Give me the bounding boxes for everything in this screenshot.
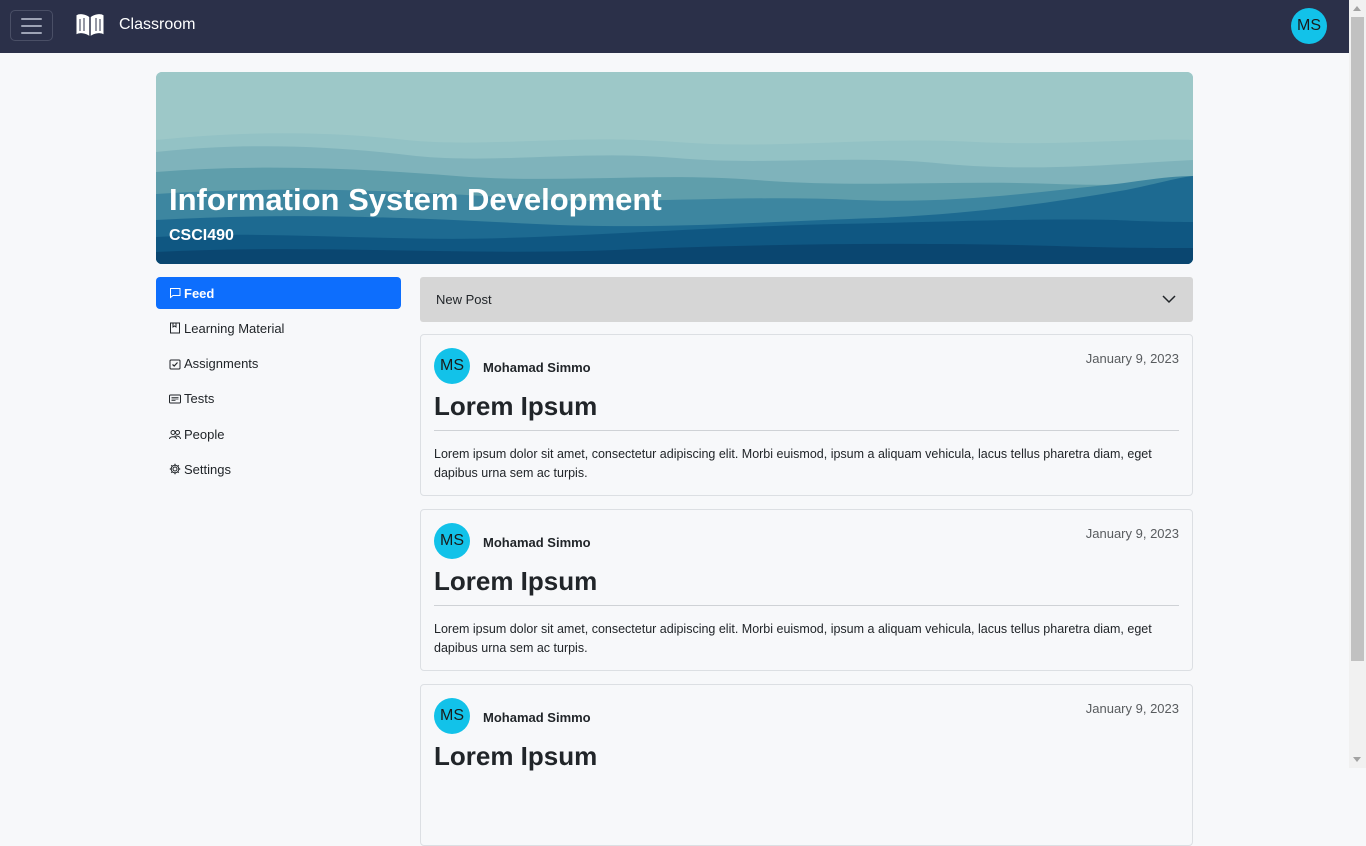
mountain-landscape-illustration: [156, 72, 1193, 264]
gear-icon: [169, 464, 181, 475]
sidebar-item-people[interactable]: People: [156, 418, 401, 450]
sidebar-item-feed[interactable]: Feed: [156, 277, 401, 309]
post-date: January 9, 2023: [1085, 701, 1179, 716]
post-author: Mohamad Simmo: [483, 360, 591, 375]
brand-title[interactable]: Classroom: [119, 16, 195, 34]
sidebar-item-label: Feed: [184, 285, 215, 301]
post-author: Mohamad Simmo: [483, 710, 591, 725]
sidebar-item-tests[interactable]: Tests: [156, 383, 401, 415]
post-title: Lorem Ipsum: [434, 391, 598, 421]
feed-post: MS Mohamad Simmo January 9, 2023 Lorem I…: [420, 684, 1193, 846]
open-book-logo-icon: [75, 13, 105, 40]
author-avatar: MS: [434, 523, 470, 559]
author-avatar: MS: [434, 348, 470, 384]
user-avatar[interactable]: MS: [1291, 8, 1327, 44]
post-author: Mohamad Simmo: [483, 535, 591, 550]
scrollbar-thumb[interactable]: [1351, 17, 1364, 661]
post-divider: [434, 605, 1179, 606]
post-divider: [434, 430, 1179, 431]
post-title: Lorem Ipsum: [434, 741, 598, 771]
feed-post: MS Mohamad Simmo January 9, 2023 Lorem I…: [420, 334, 1193, 496]
sidebar-item-label: Tests: [184, 391, 215, 407]
chat-square-icon: [170, 288, 181, 299]
new-post-label: New Post: [436, 292, 492, 307]
feed-post: MS Mohamad Simmo January 9, 2023 Lorem I…: [420, 509, 1193, 671]
sidebar-item-label: Learning Material: [184, 320, 285, 336]
author-avatar: MS: [434, 698, 470, 734]
sidebar-item-label: People: [184, 426, 225, 442]
new-post-accordion[interactable]: New Post: [420, 277, 1193, 322]
hamburger-menu-button[interactable]: [10, 10, 53, 41]
post-date: January 9, 2023: [1085, 351, 1179, 366]
course-code: CSCI490: [169, 227, 234, 244]
card-text-icon: [169, 394, 181, 404]
course-title: Information System Development: [169, 182, 662, 217]
sidebar-item-settings[interactable]: Settings: [156, 453, 401, 485]
course-sidebar: Feed Learning Material Assignments Tests…: [156, 277, 401, 489]
sidebar-item-label: Settings: [184, 461, 231, 477]
post-title: Lorem Ipsum: [434, 566, 598, 596]
chevron-down-icon: [1162, 295, 1176, 304]
post-date: January 9, 2023: [1085, 526, 1179, 541]
scroll-up-arrow-icon[interactable]: [1353, 6, 1361, 11]
sidebar-item-assignments[interactable]: Assignments: [156, 348, 401, 380]
menu-bar: [21, 17, 42, 20]
scroll-down-arrow-icon[interactable]: [1353, 757, 1361, 762]
post-body: Lorem ipsum dolor sit amet, consectetur …: [434, 447, 1152, 480]
people-icon: [169, 430, 181, 440]
menu-bar: [21, 24, 42, 27]
course-banner: Information System Development CSCI490: [156, 72, 1193, 264]
journal-icon: [170, 322, 180, 334]
sidebar-item-label: Assignments: [184, 356, 259, 372]
top-navbar: Classroom MS: [0, 0, 1349, 53]
menu-bar: [21, 31, 42, 34]
sidebar-item-learning-material[interactable]: Learning Material: [156, 312, 401, 344]
calendar-check-icon: [169, 359, 181, 370]
post-body: Lorem ipsum dolor sit amet, consectetur …: [434, 622, 1152, 655]
